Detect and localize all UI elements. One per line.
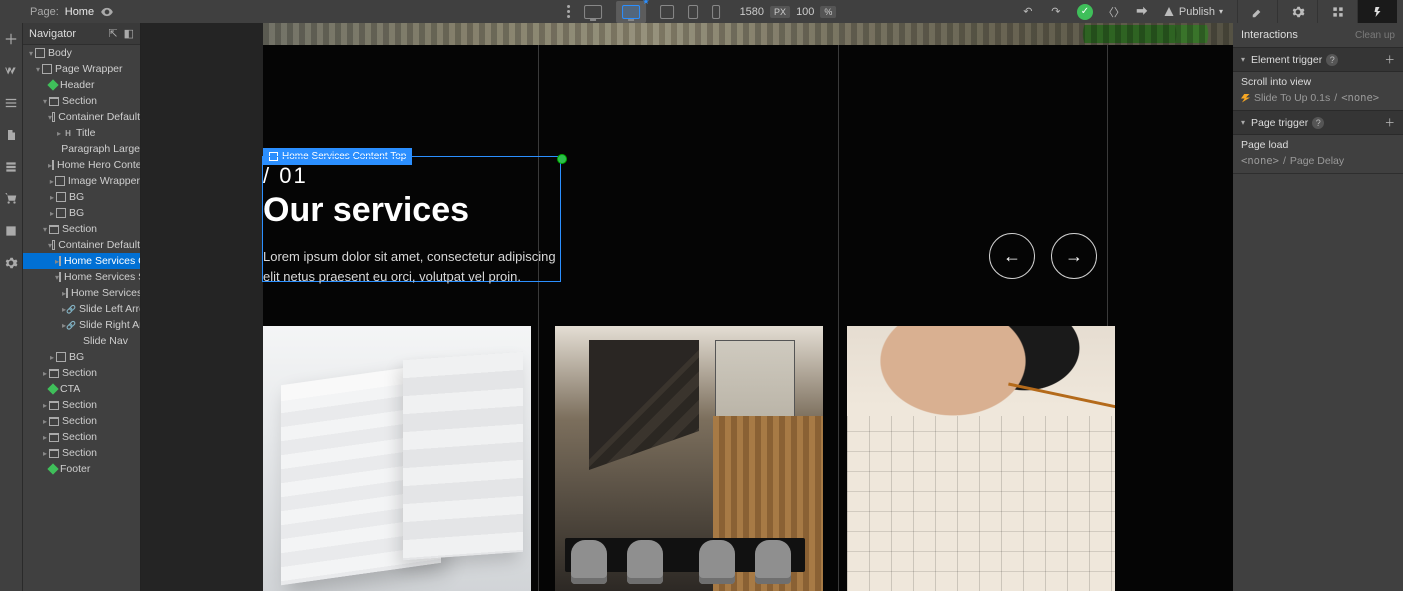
add-page-trigger-button[interactable]: ＋ <box>1385 115 1396 130</box>
add-trigger-button[interactable]: ＋ <box>1385 52 1396 67</box>
navigator-node[interactable]: ▸BG <box>23 205 140 221</box>
navigator-node[interactable]: ▾Section <box>23 221 140 237</box>
navigator-node[interactable]: ▸BG <box>23 349 140 365</box>
slider-prev-button[interactable]: ← <box>989 233 1035 279</box>
chevron-down-icon: ▾ <box>1219 7 1223 16</box>
navigator-node[interactable]: ▸Slide Left Arrow <box>23 301 140 317</box>
top-bar: Page: Home ★ 1580 PX 100 % ↶ <box>0 0 1403 23</box>
navigator-node[interactable]: ▾Container Default <box>23 109 140 125</box>
zoom-unit: % <box>820 6 836 18</box>
canvas-width-input[interactable]: 1580 <box>740 6 764 18</box>
service-card[interactable] <box>847 326 1115 591</box>
trigger-action-row[interactable]: Slide To Up 0.1s / <none> <box>1233 92 1403 110</box>
share-icon[interactable] <box>1135 5 1149 19</box>
navigator-node[interactable]: ▸Section <box>23 365 140 381</box>
interaction-indicator-icon[interactable] <box>557 154 567 164</box>
element-trigger-section[interactable]: ▾ Element trigger ? ＋ <box>1233 47 1403 72</box>
breakpoint-bar: ★ 1580 PX 100 % <box>567 1 837 23</box>
navigator-node[interactable]: ▾Section <box>23 93 140 109</box>
publish-button[interactable]: Publish ▾ <box>1163 6 1223 18</box>
trigger-scroll-into-view[interactable]: Scroll into view <box>1233 72 1403 92</box>
navigator-node[interactable]: ▸BG <box>23 189 140 205</box>
navigator-node[interactable]: ▾Container Default <box>23 237 140 253</box>
navigator-node[interactable]: Paragraph Large <box>23 141 140 157</box>
eyebrow-text[interactable]: / 01 <box>263 163 308 189</box>
zoom-input[interactable]: 100 <box>796 6 814 18</box>
navigator-node[interactable]: ▸Home Services M <box>23 285 140 301</box>
section-paragraph[interactable]: Lorem ipsum dolor sit amet, consectetur … <box>263 247 563 286</box>
settings-panel-toggle[interactable] <box>1277 0 1317 23</box>
canvas-width-unit: PX <box>770 6 790 18</box>
navigator-node[interactable]: ▸HTitle <box>23 125 140 141</box>
navigator-pin-icon[interactable]: ⇱ <box>108 27 117 40</box>
navigator-node[interactable]: Slide Nav <box>23 333 140 349</box>
cms-icon[interactable] <box>3 159 19 175</box>
navigator-node[interactable]: ▸Slide Right Arrow <box>23 317 140 333</box>
navigator-node[interactable]: ▸Section <box>23 397 140 413</box>
interactions-panel: Interactions Clean up ▾ Element trigger … <box>1233 23 1403 591</box>
navigator-node[interactable]: ▸Section <box>23 445 140 461</box>
navigator-node[interactable]: ▸Home Services Co <box>23 253 140 269</box>
service-card[interactable] <box>555 326 823 591</box>
assets-icon[interactable] <box>3 223 19 239</box>
style-manager-toggle[interactable] <box>1317 0 1357 23</box>
navigator-node[interactable]: ▸Image Wrapper <box>23 173 140 189</box>
navigator-collapse-icon[interactable]: ◧ <box>124 27 134 40</box>
services-cards <box>263 326 1115 591</box>
slider-next-button[interactable]: → <box>1051 233 1097 279</box>
navigator-node[interactable]: ▾Home Services Sli <box>23 269 140 285</box>
more-breakpoints-icon[interactable] <box>567 5 570 18</box>
left-rail <box>0 23 23 591</box>
navigator-node[interactable]: ▸Section <box>23 413 140 429</box>
trigger-page-load[interactable]: Page load <box>1233 135 1403 155</box>
section-heading[interactable]: Our services <box>263 191 469 230</box>
redo-icon[interactable]: ↷ <box>1049 5 1063 19</box>
preview-icon[interactable] <box>100 5 114 19</box>
pages-icon[interactable] <box>3 127 19 143</box>
interactions-title: Interactions <box>1241 29 1355 41</box>
breakpoint-tablet[interactable] <box>660 5 674 19</box>
bolt-icon <box>1241 94 1250 103</box>
style-panel-toggle[interactable] <box>1237 0 1277 23</box>
navigator-icon[interactable] <box>3 95 19 111</box>
cleanup-button[interactable]: Clean up <box>1355 30 1395 41</box>
page-name-dropdown[interactable]: Home <box>65 6 94 18</box>
webflow-logo-icon[interactable] <box>3 63 19 79</box>
breakpoint-desktop-large[interactable] <box>584 5 602 19</box>
status-ok-icon[interactable]: ✓ <box>1077 4 1093 20</box>
navigator-node[interactable]: CTA <box>23 381 140 397</box>
service-card[interactable] <box>263 326 531 591</box>
navigator-node[interactable]: ▸Section <box>23 429 140 445</box>
interactions-panel-toggle[interactable] <box>1357 0 1397 23</box>
navigator-title: Navigator <box>29 28 102 40</box>
base-breakpoint-star-icon: ★ <box>642 0 649 6</box>
navigator-panel: Navigator ⇱ ◧ ▾Body▾Page WrapperHeader▾S… <box>23 23 141 591</box>
breakpoint-mobile-landscape[interactable] <box>688 5 698 19</box>
help-icon[interactable]: ? <box>1326 54 1338 66</box>
breakpoint-mobile-portrait[interactable] <box>712 5 720 19</box>
add-elements-icon[interactable] <box>3 31 19 47</box>
navigator-node[interactable]: ▾Page Wrapper <box>23 61 140 77</box>
undo-icon[interactable]: ↶ <box>1021 5 1035 19</box>
page-label: Page: <box>30 6 59 18</box>
help-icon[interactable]: ? <box>1312 117 1324 129</box>
navigator-node[interactable]: ▸Home Hero Conten <box>23 157 140 173</box>
ecommerce-icon[interactable] <box>3 191 19 207</box>
breakpoint-desktop[interactable] <box>622 5 640 19</box>
navigator-node[interactable]: Header <box>23 77 140 93</box>
navigator-node[interactable]: Footer <box>23 461 140 477</box>
page-trigger-action-row[interactable]: <none> / Page Delay <box>1233 155 1403 173</box>
code-export-icon[interactable]: 〈〉 <box>1107 5 1121 19</box>
canvas-area[interactable]: Home Services Content Top / 01 Our servi… <box>141 23 1233 591</box>
settings-icon[interactable] <box>3 255 19 271</box>
page-trigger-section[interactable]: ▾ Page trigger ? ＋ <box>1233 110 1403 135</box>
hero-image-strip <box>263 23 1233 45</box>
navigator-tree[interactable]: ▾Body▾Page WrapperHeader▾Section▾Contain… <box>23 45 140 591</box>
navigator-node[interactable]: ▾Body <box>23 45 140 61</box>
